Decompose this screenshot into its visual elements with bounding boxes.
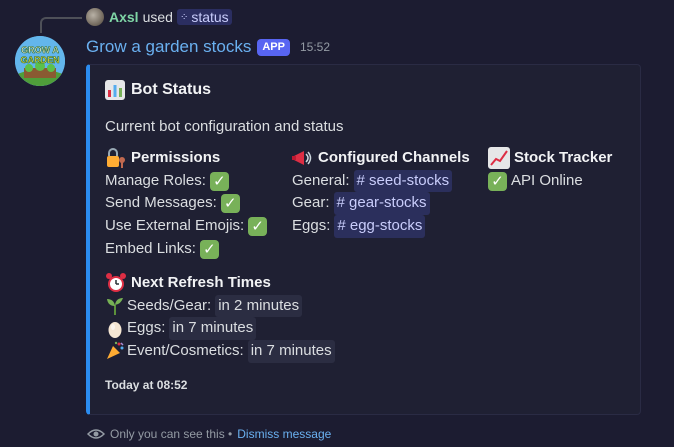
app-badge: APP xyxy=(257,38,290,56)
slash-command[interactable]: ⁘ status xyxy=(176,9,232,25)
permissions-field: Permissions Manage Roles: ✓ Send Message… xyxy=(105,147,268,261)
embed-description: Current bot configuration and status xyxy=(105,118,344,135)
megaphone-icon xyxy=(292,151,312,166)
refresh-label-text: Eggs: xyxy=(127,319,166,337)
reply-username[interactable]: Axsl xyxy=(109,9,139,25)
check-mark-icon: ✓ xyxy=(209,171,229,191)
party-popper-icon xyxy=(107,342,124,360)
bot-avatar[interactable]: GROW A GARDEN xyxy=(15,36,65,86)
seedling-icon xyxy=(107,298,123,316)
channels-field: Configured Channels General: # seed-stoc… xyxy=(292,147,470,238)
bar-chart-icon xyxy=(105,80,125,100)
permission-label: Send Messages: xyxy=(105,194,217,212)
relative-time[interactable]: in 7 minutes xyxy=(169,317,257,341)
channel-label: Gear: xyxy=(292,194,330,212)
channel-mention[interactable]: # egg-stocks xyxy=(334,215,426,238)
permissions-heading: Permissions xyxy=(105,147,267,170)
message-timestamp[interactable]: 15:52 xyxy=(300,40,330,54)
channel-row: Gear: # gear-stocks xyxy=(292,192,470,216)
channels-label: Configured Channels xyxy=(318,149,470,166)
channel-row: Eggs: # egg-stocks xyxy=(292,215,470,238)
relative-time[interactable]: in 2 minutes xyxy=(215,294,303,318)
svg-text:GROW A: GROW A xyxy=(21,45,59,55)
chart-increasing-icon xyxy=(488,147,510,170)
stock-tracker-heading: Stock Tracker xyxy=(488,147,612,170)
channel-label: General: xyxy=(292,171,350,189)
embed-title: Bot Status xyxy=(105,80,211,100)
refresh-heading: Next Refresh Times xyxy=(105,272,335,295)
permission-label: Use External Emojis: xyxy=(105,217,245,235)
channel-mention[interactable]: # seed-stocks xyxy=(353,169,453,193)
permission-row: Embed Links: ✓ xyxy=(105,238,267,261)
stock-tracker-label: Stock Tracker xyxy=(514,149,613,166)
status-embed: Bot Status Current bot configuration and… xyxy=(86,64,641,415)
refresh-label: Next Refresh Times xyxy=(131,274,271,291)
channel-row: General: # seed-stocks xyxy=(292,169,470,193)
channel-mention[interactable]: # gear-stocks xyxy=(333,192,430,216)
reply-reference[interactable]: Axsl used ⁘ status xyxy=(86,7,232,27)
alarm-clock-icon xyxy=(106,273,126,293)
permission-label: Embed Links: xyxy=(105,239,196,257)
refresh-row: Eggs: in 7 minutes xyxy=(105,317,335,341)
stock-tracker-field: Stock Tracker ✓ API Online xyxy=(488,147,612,192)
message-view: Axsl used ⁘ status GROW A GARDEN Grow a … xyxy=(0,0,674,447)
lock-key-icon xyxy=(107,148,125,169)
refresh-row: Seeds/Gear: in 2 minutes xyxy=(105,294,335,318)
stock-tracker-row: ✓ API Online xyxy=(488,170,612,193)
embed-footer: Today at 08:52 xyxy=(105,378,188,392)
stock-tracker-status: API Online xyxy=(511,171,583,189)
dismiss-message-link[interactable]: Dismiss message xyxy=(237,427,331,441)
bot-name[interactable]: Grow a garden stocks xyxy=(86,37,251,57)
command-name: status xyxy=(191,9,229,25)
ephemeral-notice: Only you can see this • Dismiss message xyxy=(87,427,331,441)
reply-avatar[interactable] xyxy=(86,8,104,26)
egg-icon xyxy=(108,321,122,338)
permission-row: Send Messages: ✓ xyxy=(105,192,267,215)
embed-title-text: Bot Status xyxy=(131,81,211,98)
ephemeral-text: Only you can see this • xyxy=(110,427,233,441)
check-mark-icon: ✓ xyxy=(488,171,507,191)
relative-time[interactable]: in 7 minutes xyxy=(247,340,335,363)
reply-spine xyxy=(40,17,82,33)
eye-icon xyxy=(87,429,105,439)
refresh-field: Next Refresh Times Seeds/Gear: in 2 minu… xyxy=(105,272,335,363)
check-mark-icon: ✓ xyxy=(248,216,268,236)
command-icon: ⁘ xyxy=(179,11,188,23)
check-mark-icon: ✓ xyxy=(220,194,240,214)
channel-label: Eggs: xyxy=(292,217,331,235)
reply-used-text: used xyxy=(142,9,173,25)
check-mark-icon: ✓ xyxy=(199,239,219,259)
garden-logo-icon: GROW A GARDEN xyxy=(15,36,65,86)
refresh-label-text: Seeds/Gear: xyxy=(127,296,212,314)
message-header: Grow a garden stocks APP 15:52 xyxy=(86,37,330,57)
svg-text:GARDEN: GARDEN xyxy=(20,55,59,65)
refresh-label-text: Event/Cosmetics: xyxy=(127,342,244,360)
refresh-row: Event/Cosmetics: in 7 minutes xyxy=(105,340,335,363)
permission-row: Manage Roles: ✓ xyxy=(105,170,267,193)
permissions-label: Permissions xyxy=(131,149,221,166)
permission-row: Use External Emojis: ✓ xyxy=(105,215,268,238)
channels-heading: Configured Channels xyxy=(292,147,470,170)
permission-label: Manage Roles: xyxy=(105,171,206,189)
